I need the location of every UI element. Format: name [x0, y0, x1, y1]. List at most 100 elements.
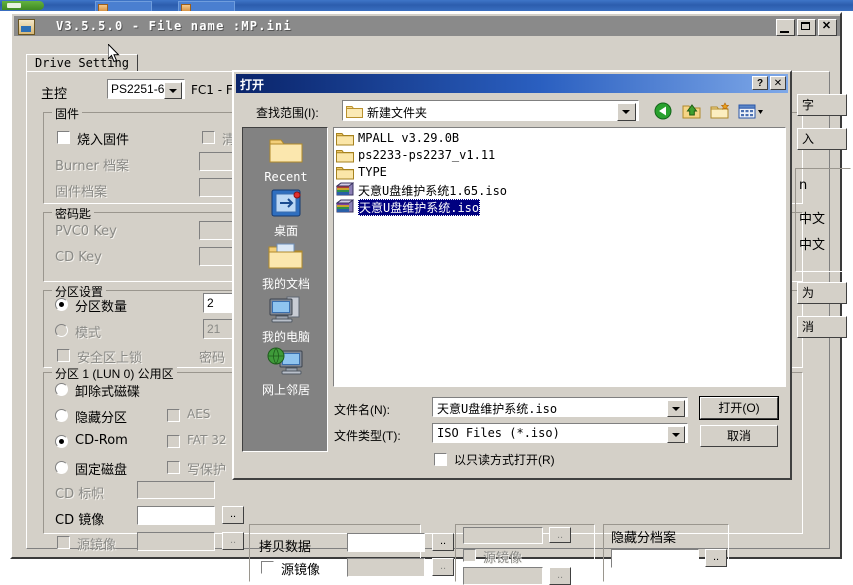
up-one-level-icon[interactable]: [682, 102, 702, 120]
file-type-label: 文件类型(T):: [334, 429, 401, 443]
maximize-button[interactable]: [797, 19, 816, 36]
open-button[interactable]: 打开(O): [699, 396, 779, 420]
place-my-documents[interactable]: 我的文档: [243, 241, 329, 292]
removable-disk-radio[interactable]: [55, 383, 68, 396]
look-in-combo[interactable]: 新建文件夹: [342, 100, 639, 121]
mid-source-image-input[interactable]: [463, 567, 543, 585]
file-type-combo[interactable]: ISO Files (*.iso): [432, 423, 688, 443]
iso-file-icon: [336, 182, 354, 196]
firmware-group-title: 固件: [52, 105, 83, 122]
right-button-2[interactable]: 入: [797, 128, 847, 150]
hidden-file-browse-button[interactable]: ..: [705, 549, 727, 567]
back-icon[interactable]: [654, 102, 674, 120]
aes-label: AES: [187, 407, 211, 421]
place-my-computer[interactable]: 我的电脑: [243, 294, 329, 345]
fixed-disk-radio[interactable]: [55, 461, 68, 474]
file-name-combo[interactable]: 天意U盘维护系统.iso: [432, 397, 688, 417]
title-bar[interactable]: V3.5.5.0 - File name :MP.ini ✕: [14, 16, 840, 36]
new-folder-icon[interactable]: [710, 102, 730, 120]
place-label: 我的电脑: [261, 330, 310, 344]
place-label: 我的文档: [261, 277, 310, 291]
copy-data-input[interactable]: [347, 533, 425, 552]
cd-label-input[interactable]: [137, 481, 215, 499]
cancel-button[interactable]: 取消: [700, 425, 778, 447]
copy-source-image-checkbox[interactable]: [261, 561, 274, 574]
readonly-checkbox[interactable]: [434, 453, 447, 466]
clear-old-checkbox[interactable]: [202, 131, 215, 144]
source-image-input[interactable]: [137, 532, 215, 551]
views-icon[interactable]: [738, 102, 764, 120]
taskbar-item[interactable]: [178, 1, 235, 11]
dialog-close-button[interactable]: ✕: [770, 76, 786, 90]
secure-lock-checkbox[interactable]: [57, 349, 70, 362]
chevron-down-icon[interactable]: [164, 82, 182, 99]
right-button-1[interactable]: 字: [797, 94, 847, 116]
copy-data-label: 拷贝数据: [259, 540, 312, 555]
secure-lock-label: 安全区上锁: [77, 351, 143, 366]
place-label: 桌面: [273, 224, 298, 238]
help-button[interactable]: ?: [752, 76, 768, 90]
aes-checkbox[interactable]: [167, 409, 180, 422]
controller-combo[interactable]: PS2251-60: [107, 79, 185, 99]
mid-source-image-checkbox[interactable]: [463, 549, 476, 562]
hidden-partition-radio[interactable]: [55, 409, 68, 422]
place-label: Recent: [264, 170, 308, 184]
my-computer-icon: [269, 296, 300, 323]
close-button[interactable]: ✕: [818, 19, 837, 36]
partition-mode-radio[interactable]: [55, 324, 68, 337]
chevron-down-icon[interactable]: [667, 426, 685, 443]
start-button[interactable]: [2, 1, 44, 10]
look-in-label: 查找范围(I):: [256, 106, 319, 120]
fat32-checkbox[interactable]: [167, 435, 180, 448]
mouse-cursor: [108, 44, 120, 63]
write-protect-label: 写保护: [187, 463, 227, 478]
place-desktop[interactable]: 桌面: [243, 188, 329, 239]
firmware-file-label: 固件档案: [55, 185, 108, 200]
mid-top-input[interactable]: [463, 527, 543, 544]
tab-drive-setting[interactable]: Drive Setting: [26, 54, 138, 72]
copy-source-image-browse-button[interactable]: ..: [432, 558, 454, 576]
key-group-title: 密码匙: [52, 205, 95, 222]
burn-firmware-label: 烧入固件: [77, 133, 130, 148]
partition-count-label: 分区数量: [75, 300, 128, 315]
folder-icon: [336, 167, 354, 180]
cd-image-browse-button[interactable]: ..: [222, 506, 244, 524]
window-title: V3.5.5.0 - File name :MP.ini: [56, 19, 292, 33]
dialog-title-bar[interactable]: 打开 ? ✕: [236, 74, 788, 93]
source-image-checkbox[interactable]: [57, 536, 70, 549]
right-button-3[interactable]: 为: [797, 282, 847, 304]
cd-image-input[interactable]: [137, 506, 215, 525]
partition-count-radio[interactable]: [55, 298, 68, 311]
file-list[interactable]: MPALL v3.29.0B ps2233-ps2237_v1.11 TYPE: [333, 127, 786, 387]
taskbar[interactable]: [0, 0, 853, 11]
partition-mode-value: 21: [207, 322, 221, 336]
chevron-down-icon[interactable]: [667, 400, 685, 417]
open-dialog: 打开 ? ✕ 查找范围(I): 新建文件夹 Recent 桌面 我的文档 我的电…: [232, 70, 792, 480]
source-image-label: 源镜像: [77, 538, 117, 553]
mid-source-image-browse-button[interactable]: ..: [549, 567, 571, 585]
hidden-file-title: 隐藏分档案: [611, 531, 677, 546]
write-protect-checkbox[interactable]: [167, 461, 180, 474]
cd-label-label: CD 标帜: [55, 487, 105, 502]
minimize-button[interactable]: [776, 19, 795, 36]
place-network-neighborhood[interactable]: 网上邻居: [243, 347, 329, 398]
taskbar-item[interactable]: [95, 1, 152, 11]
hidden-partition-label: 隐藏分区: [75, 411, 128, 426]
file-name: TYPE: [358, 165, 387, 179]
place-recent[interactable]: Recent: [243, 134, 329, 184]
chevron-down-icon[interactable]: [617, 103, 636, 121]
partition-count-value: 2: [207, 296, 214, 310]
copy-data-browse-button[interactable]: ..: [432, 533, 454, 551]
hidden-file-input[interactable]: [611, 549, 699, 568]
dialog-controls: ? ✕: [752, 76, 786, 90]
desktop: V3.5.5.0 - File name :MP.ini ✕ Drive Set…: [0, 0, 853, 585]
source-image-browse-button[interactable]: ..: [222, 532, 244, 550]
cdrom-radio[interactable]: [55, 435, 68, 448]
right-button-4[interactable]: 消: [797, 316, 847, 338]
cd-key-label: CD Key: [55, 250, 102, 265]
window-icon: [181, 4, 191, 11]
burn-firmware-checkbox[interactable]: [57, 131, 70, 144]
copy-source-image-input[interactable]: [347, 558, 425, 577]
mid-top-browse-button[interactable]: ..: [549, 527, 571, 543]
my-documents-icon: [268, 243, 303, 269]
